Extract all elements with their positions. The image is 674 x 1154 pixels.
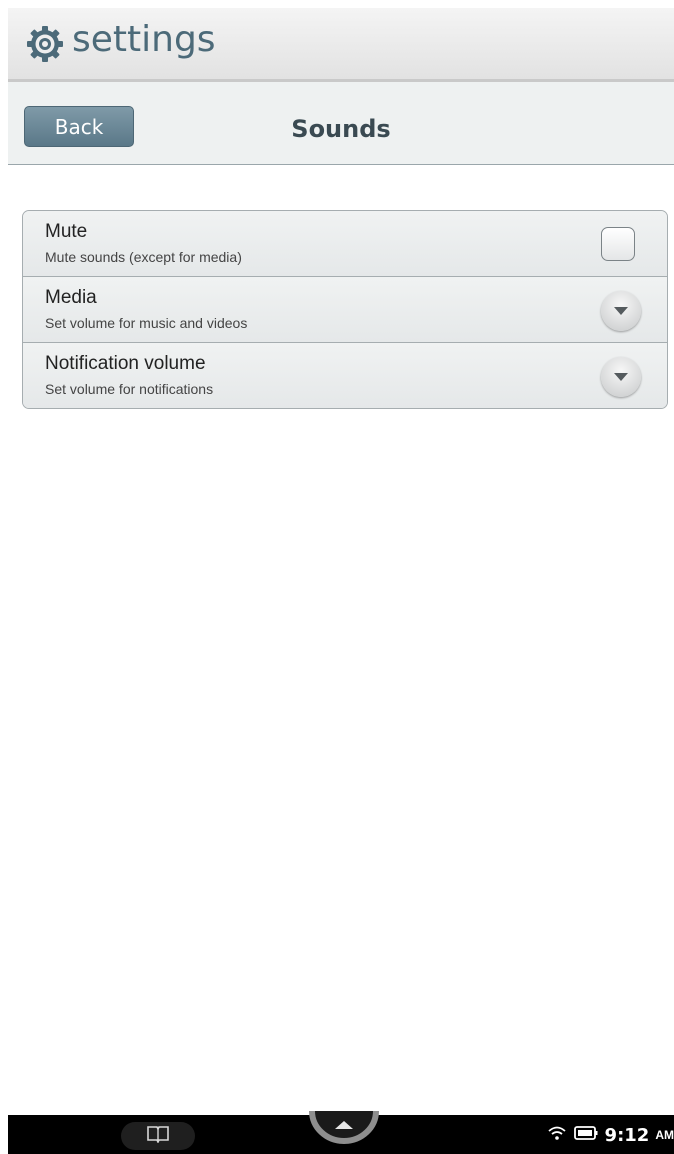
setting-description: Set volume for music and videos: [45, 315, 248, 331]
library-icon: [146, 1125, 170, 1148]
settings-list: Mute Mute sounds (except for media) Medi…: [22, 210, 668, 409]
setting-label: Mute: [45, 221, 88, 242]
app-frame: settings Back Sounds Mute Mute sounds (e…: [8, 8, 674, 1154]
setting-description: Mute sounds (except for media): [45, 249, 242, 265]
setting-row-media[interactable]: Media Set volume for music and videos: [23, 277, 667, 343]
page-title: Sounds: [291, 115, 391, 143]
app-title: settings: [72, 19, 216, 60]
mute-checkbox[interactable]: [601, 227, 635, 261]
clock-time: 9:12: [604, 1124, 650, 1146]
setting-row-notification-volume[interactable]: Notification volume Set volume for notif…: [23, 343, 667, 408]
status-area: 9:12 AM: [547, 1123, 674, 1147]
clock-ampm: AM: [655, 1128, 674, 1142]
battery-icon: [573, 1125, 599, 1146]
setting-label: Media: [45, 287, 97, 308]
wifi-icon: [547, 1125, 567, 1146]
library-button[interactable]: [121, 1122, 195, 1150]
app-header: settings: [8, 8, 674, 82]
setting-row-mute[interactable]: Mute Mute sounds (except for media): [23, 211, 667, 277]
home-up-button[interactable]: [308, 1101, 380, 1149]
dropdown-arrow-icon[interactable]: [601, 357, 641, 397]
up-arrow-icon: [308, 1110, 380, 1153]
dropdown-arrow-icon[interactable]: [601, 291, 641, 331]
setting-description: Set volume for notifications: [45, 381, 214, 397]
bottom-navbar: 9:12 AM: [8, 1110, 674, 1154]
setting-label: Notification volume: [45, 353, 206, 374]
gear-icon: [26, 25, 64, 63]
sub-header: Back Sounds: [8, 82, 674, 165]
